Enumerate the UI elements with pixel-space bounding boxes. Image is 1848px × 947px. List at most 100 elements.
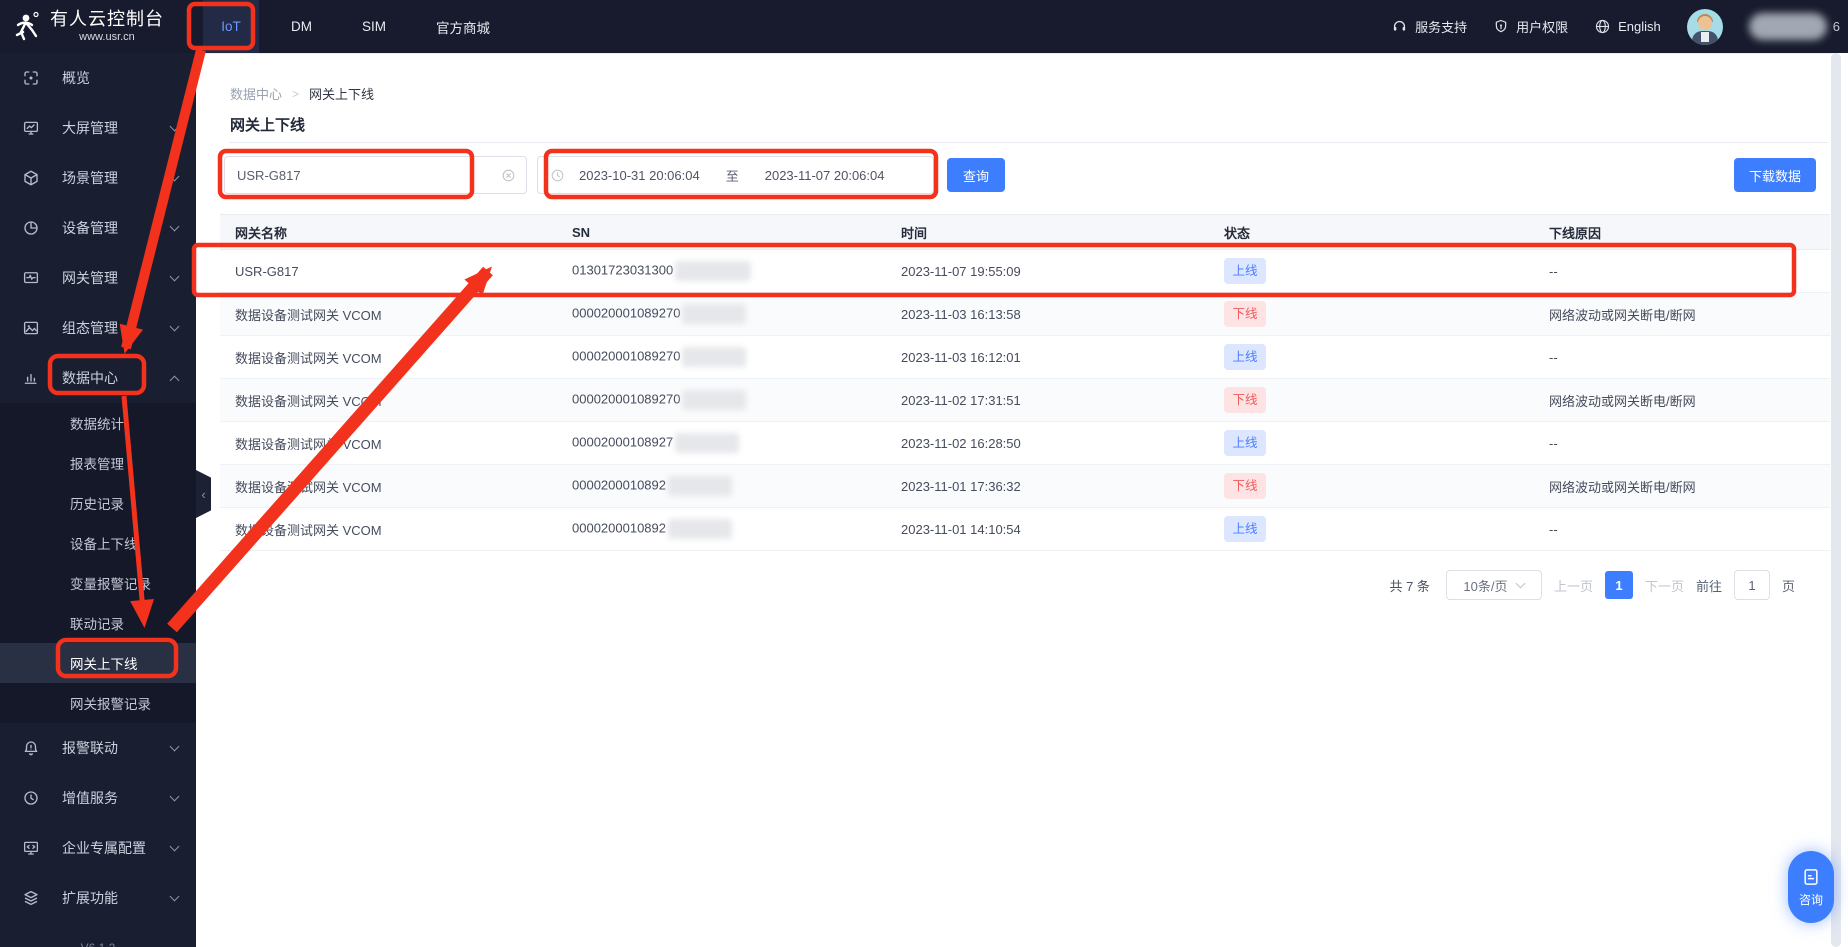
sidebar-item-device-mgmt[interactable]: 设备管理 [0,203,196,253]
sidebar-item-enterprise-config[interactable]: 企业专属配置 [0,823,196,873]
sidebar-subitem-device-online-offline[interactable]: 设备上下线 [0,523,196,563]
cell-reason: 网络波动或网关断电/断网 [1534,379,1830,422]
date-range-picker[interactable]: 2023-10-31 20:06:04 至 2023-11-07 20:06:0… [537,156,934,194]
sidebar-item-scene-mgmt[interactable]: 场景管理 [0,153,196,203]
product-tabs: IoT DM SIM 官方商城 [203,0,508,53]
cell-time: 2023-11-03 16:13:58 [886,293,1209,336]
cell-sn: 000020001089270 [557,379,886,422]
sidebar-item-label: 数据中心 [62,368,171,388]
permission-label: 用户权限 [1516,17,1568,36]
cell-time: 2023-11-01 17:36:32 [886,465,1209,508]
sidebar-item-overview[interactable]: 概览 [0,53,196,103]
sidebar-collapse-handle[interactable]: ‹ [196,470,211,518]
sidebar-subitem-data-statistics[interactable]: 数据统计 [0,403,196,443]
query-button[interactable]: 查询 [947,158,1005,192]
sidebar-subitem-history[interactable]: 历史记录 [0,483,196,523]
next-page-button[interactable]: 下一页 [1645,576,1684,595]
page-size-value: 10条/页 [1463,576,1507,595]
page-title: 网关上下线 [230,114,305,135]
alarm-icon [22,739,40,757]
cell-sn: 0000200010892 [557,508,886,551]
consult-float-button[interactable]: 咨询 [1788,851,1834,923]
cell-time: 2023-11-03 16:12:01 [886,336,1209,379]
sidebar-subitem-report-mgmt[interactable]: 报表管理 [0,443,196,483]
monitor-code-icon [22,839,40,857]
prev-page-button[interactable]: 上一页 [1554,576,1593,595]
cell-sn: 01301723031300 [557,250,886,293]
page-number-1[interactable]: 1 [1605,571,1633,599]
top-navbar: 有人云控制台 www.usr.cn IoT DM SIM 官方商城 服务支持 用… [0,0,1848,53]
page-size-select[interactable]: 10条/页 [1446,570,1542,600]
cell-sn: 000020001089270 [557,293,886,336]
language-switch[interactable]: English [1594,18,1661,35]
cell-reason: -- [1534,422,1830,465]
sidebar-item-label: 设备管理 [62,218,171,238]
sidebar-item-label: 组态管理 [62,318,171,338]
table-header-row: 网关名称 SN 时间 状态 下线原因 [220,215,1830,250]
sidebar-item-value-added[interactable]: 增值服务 [0,773,196,823]
divider [229,142,1828,143]
cell-status: 下线 [1209,465,1534,508]
brand: 有人云控制台 www.usr.cn [0,0,196,53]
cell-gateway-name: 数据设备测试网关 VCOM [220,465,557,508]
cell-reason: 网络波动或网关断电/断网 [1534,293,1830,336]
cell-time: 2023-11-02 16:28:50 [886,422,1209,465]
tab-sim[interactable]: SIM [344,0,404,53]
support-link[interactable]: 服务支持 [1391,17,1467,36]
status-badge: 下线 [1224,473,1266,499]
chevron-down-icon [170,122,180,132]
chevron-down-icon [170,892,180,902]
download-data-button[interactable]: 下载数据 [1734,158,1816,192]
pie-chart-icon [22,219,40,237]
col-sn: SN [557,215,886,250]
cube-icon [22,169,40,187]
redaction-blur [682,347,746,367]
breadcrumb-separator: > [292,87,299,101]
sidebar-item-data-center[interactable]: 数据中心 [0,353,196,403]
support-label: 服务支持 [1415,17,1467,36]
cell-gateway-name: 数据设备测试网关 VCOM [220,508,557,551]
sidebar-item-alarm-linkage[interactable]: 报警联动 [0,723,196,773]
page-scrollbar[interactable] [1831,53,1841,947]
image-icon [22,319,40,337]
cell-time: 2023-11-02 17:31:51 [886,379,1209,422]
table-row: 数据设备测试网关 VCOM 00002000108927 2023-11-02 … [220,422,1830,465]
col-offline-reason: 下线原因 [1534,215,1830,250]
gateway-search-input[interactable] [225,168,501,183]
cell-status: 下线 [1209,379,1534,422]
sidebar-item-label: 增值服务 [62,788,171,808]
sidebar-item-screen-mgmt[interactable]: 大屏管理 [0,103,196,153]
sidebar-subitem-linkage-record[interactable]: 联动记录 [0,603,196,643]
sidebar-subitem-gateway-online-offline[interactable]: 网关上下线 [0,643,196,683]
sidebar-item-label: 报警联动 [62,738,171,758]
layers-icon [22,889,40,907]
cell-gateway-name: 数据设备测试网关 VCOM [220,336,557,379]
cell-sn: 0000200010892 [557,465,886,508]
goto-page-input[interactable] [1734,570,1770,600]
chevron-down-icon [1516,579,1526,589]
sidebar-item-extensions[interactable]: 扩展功能 [0,873,196,923]
status-badge: 上线 [1224,516,1266,542]
pagination-total: 共 7 条 [1389,576,1429,595]
tab-shop[interactable]: 官方商城 [418,0,508,53]
sidebar-item-gateway-mgmt[interactable]: 网关管理 [0,253,196,303]
col-status: 状态 [1209,215,1534,250]
status-badge: 下线 [1224,387,1266,413]
breadcrumb-parent[interactable]: 数据中心 [230,84,282,103]
sidebar-item-config-mgmt[interactable]: 组态管理 [0,303,196,353]
chevron-down-icon [170,792,180,802]
permission-link[interactable]: 用户权限 [1493,17,1568,36]
gateway-icon [22,269,40,287]
date-start[interactable]: 2023-10-31 20:06:04 [579,168,700,183]
headset-icon [1391,18,1408,35]
screen-icon [22,119,40,137]
avatar[interactable] [1687,9,1723,45]
sidebar-subitem-gateway-alarm[interactable]: 网关报警记录 [0,683,196,723]
table-row: 数据设备测试网关 VCOM 0000200010892 2023-11-01 1… [220,508,1830,551]
tab-dm[interactable]: DM [273,0,330,53]
tab-iot[interactable]: IoT [203,0,259,53]
sidebar-subitem-variable-alarm[interactable]: 变量报警记录 [0,563,196,603]
collapse-icon: ‹ [201,487,205,502]
clear-input-icon[interactable] [501,168,516,183]
date-end[interactable]: 2023-11-07 20:06:04 [765,168,885,183]
